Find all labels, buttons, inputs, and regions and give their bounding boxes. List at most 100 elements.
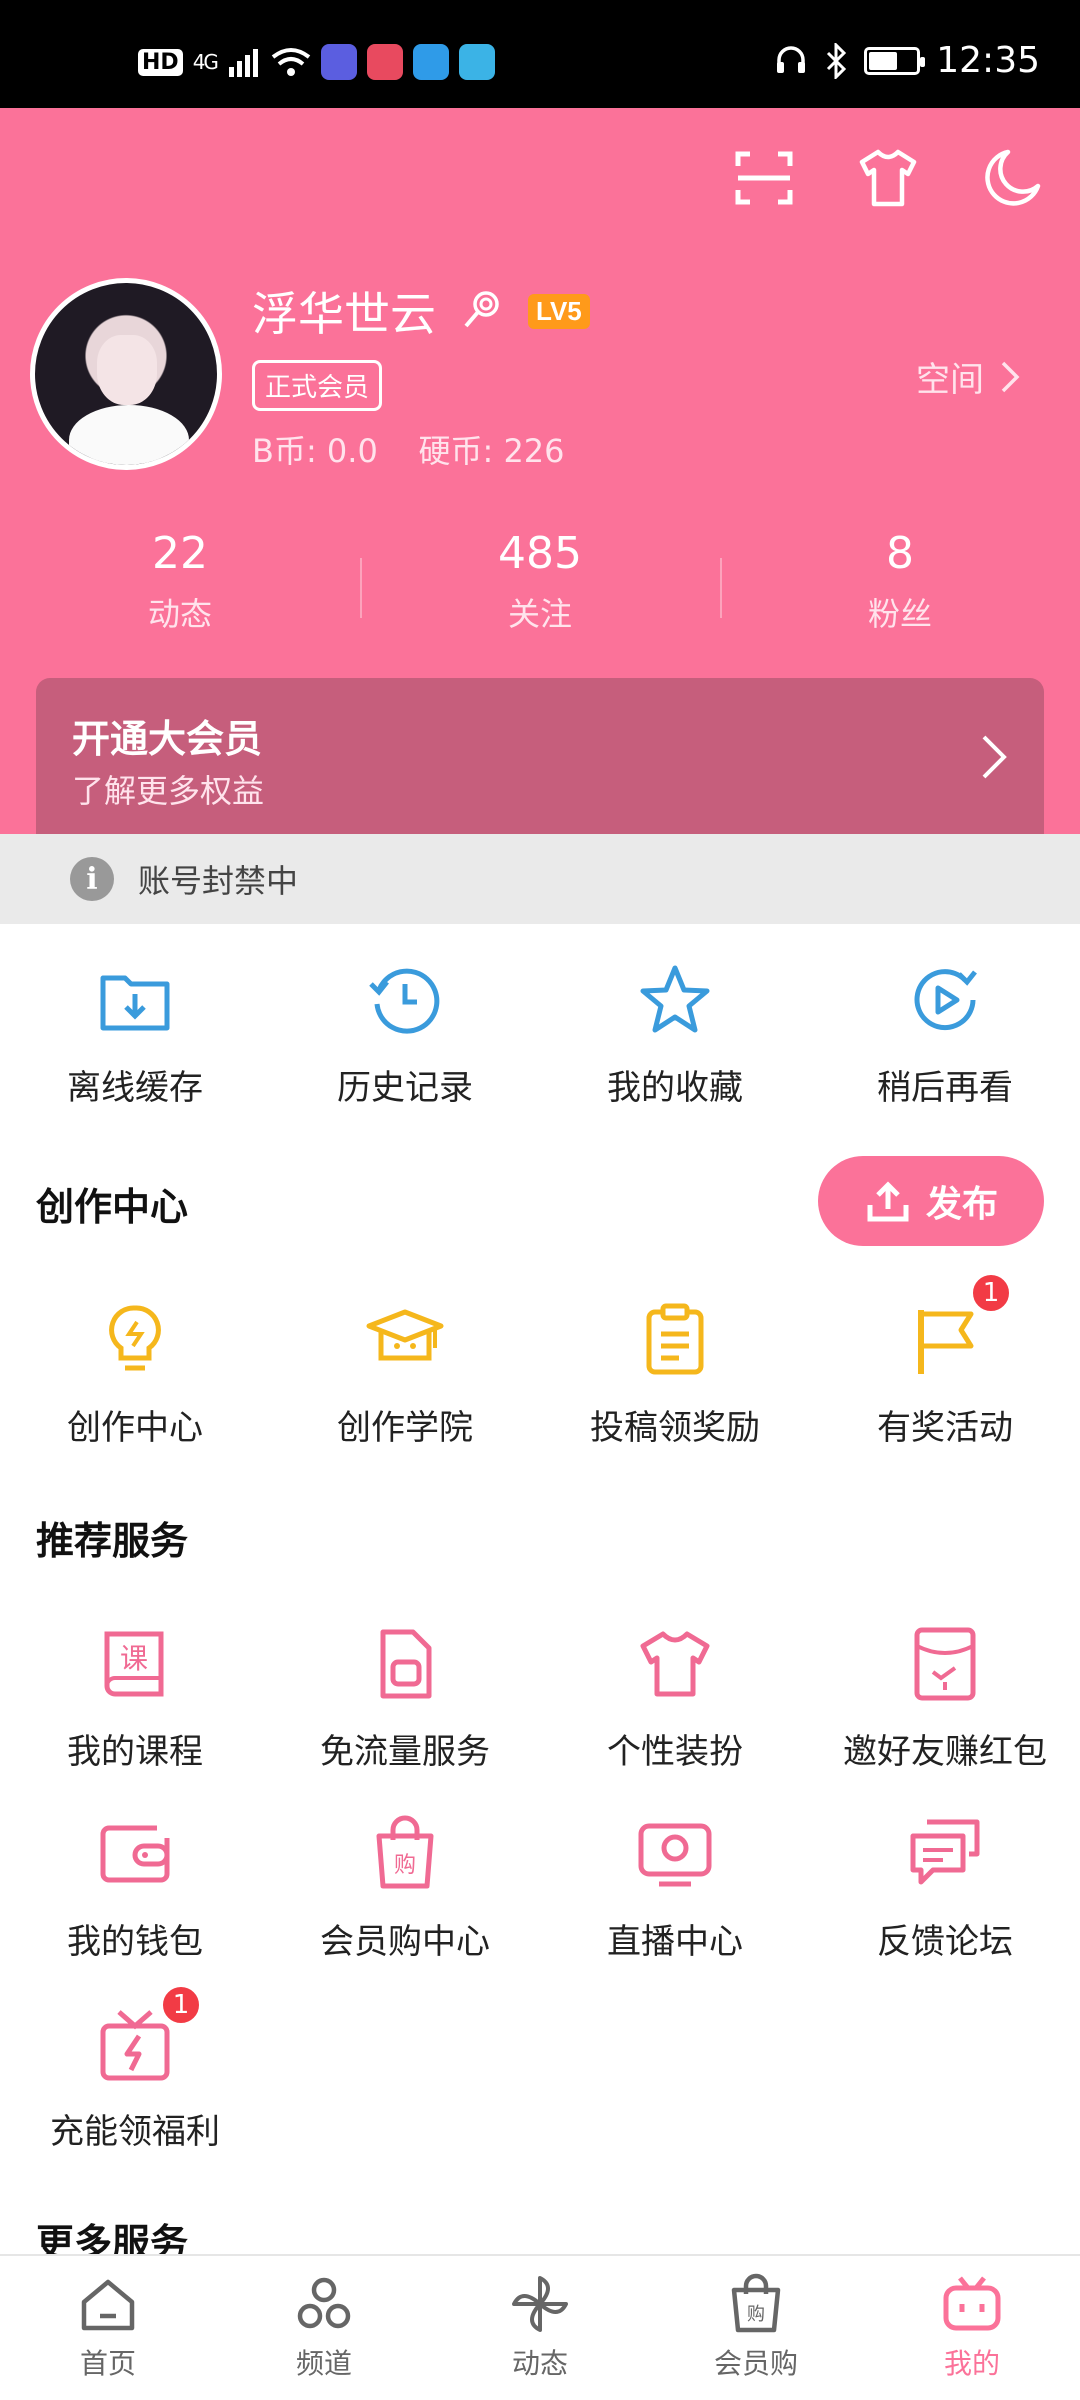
services-section-title: 推荐服务 (36, 1519, 189, 1563)
nav-home[interactable]: 首页 (0, 2256, 216, 2400)
service-label: 直播中心 (607, 1922, 743, 1962)
nav-channel[interactable]: 频道 (216, 2256, 432, 2400)
service-invite-friends[interactable]: 邀好友赚红包 (810, 1624, 1080, 1773)
service-wallet[interactable]: 我的钱包 (0, 1814, 270, 1963)
service-label: 充能领福利 (50, 2112, 220, 2152)
publish-label: 发布 (925, 1184, 998, 1225)
services-row-3: 充能领福利 1 (0, 1984, 1080, 2153)
nav-label: 频道 (295, 2347, 352, 2380)
avatar[interactable] (30, 278, 222, 470)
home-icon (81, 2279, 135, 2331)
chat-bubbles-icon (910, 1819, 980, 1885)
service-label: 我的课程 (67, 1732, 203, 1772)
tshirt-icon (640, 1631, 710, 1697)
info-icon: i (70, 857, 114, 901)
publish-button[interactable]: 发布 (818, 1156, 1044, 1246)
tshirt-icon[interactable] (856, 146, 920, 210)
space-link-label: 空间 (916, 360, 984, 400)
history-clock-icon (369, 968, 440, 1034)
account-banned-notice: i 账号封禁中 (0, 834, 1080, 924)
service-label: 免流量服务 (320, 1732, 490, 1772)
service-my-courses[interactable]: 课 我的课程 (0, 1624, 270, 1773)
stat-fans[interactable]: 8 粉丝 (720, 528, 1080, 635)
service-label: 邀好友赚红包 (843, 1732, 1047, 1772)
nav-label: 首页 (79, 2347, 136, 2380)
bulb-app-icon (412, 44, 449, 80)
course-book-icon: 课 (104, 1631, 164, 1697)
status-left: HD 4G (138, 44, 495, 80)
service-free-data[interactable]: 免流量服务 (270, 1624, 540, 1773)
nav-vip-shop[interactable]: 购 会员购 (648, 2256, 864, 2400)
night-mode-icon[interactable] (980, 146, 1044, 210)
quick-action-watch-later[interactable]: 稍后再看 (810, 960, 1080, 1109)
service-charge-benefits[interactable]: 充能领福利 1 (0, 1984, 270, 2153)
shopping-bag-icon: 购 (731, 2273, 781, 2333)
stat-label: 粉丝 (867, 595, 932, 633)
vip-banner-subtitle: 了解更多权益 (72, 772, 265, 810)
service-label: 会员购中心 (320, 1922, 490, 1962)
tieba-app-icon (320, 44, 357, 80)
live-tv-icon (638, 1823, 712, 1887)
stat-value: 8 (886, 528, 914, 579)
upload-icon (867, 1181, 909, 1222)
quick-action-label: 稍后再看 (877, 1068, 1013, 1108)
creation-item-center[interactable]: 创作中心 (0, 1300, 270, 1449)
tv-icon (943, 2276, 1001, 2331)
wifi-icon (271, 48, 311, 76)
vip-upgrade-banner[interactable]: 开通大会员 了解更多权益 (36, 678, 1044, 838)
creation-item-events[interactable]: 有奖活动 1 (810, 1272, 1080, 1449)
flag-icon (918, 1310, 974, 1374)
service-feedback-forum[interactable]: 反馈论坛 (810, 1814, 1080, 1963)
quick-action-history[interactable]: 历史记录 (270, 960, 540, 1109)
wallet-icon (100, 1825, 170, 1883)
chevron-right-icon (982, 735, 1007, 779)
service-live-center[interactable]: 直播中心 (540, 1814, 810, 1963)
star-icon (640, 965, 710, 1033)
quick-action-label: 离线缓存 (67, 1068, 203, 1108)
watch-later-icon (914, 969, 977, 1031)
nav-dynamics[interactable]: 动态 (432, 2256, 648, 2400)
level-badge: LV5 (528, 294, 590, 329)
status-bar: HD 4G 12:35 (0, 0, 1080, 108)
vip-status-tag: 正式会员 (252, 360, 383, 411)
stats-row: 22 动态 485 关注 8 粉丝 (0, 528, 1080, 635)
sim-card-icon (380, 1629, 432, 1699)
creation-section-title: 创作中心 (36, 1185, 189, 1229)
creation-item-rewards[interactable]: 投稿领奖励 (540, 1300, 810, 1449)
stat-following[interactable]: 485 关注 (360, 528, 720, 635)
svg-text:课: 课 (120, 1642, 148, 1675)
stat-posts[interactable]: 22 动态 (0, 528, 360, 635)
clipboard-icon (646, 1303, 704, 1375)
status-time: 12:35 (936, 40, 1040, 81)
service-label: 个性装扮 (607, 1732, 743, 1772)
quick-action-label: 我的收藏 (607, 1068, 743, 1108)
quick-action-label: 历史记录 (337, 1068, 473, 1108)
hd-indicator: HD (138, 48, 183, 76)
quick-actions-row: 离线缓存 历史记录 我的收藏 稍后再看 (0, 960, 1080, 1109)
notification-badge: 1 (160, 1984, 202, 2026)
red-envelope-icon (914, 1627, 976, 1701)
svg-text:购: 购 (394, 1853, 416, 1878)
stat-label: 关注 (507, 595, 572, 633)
bottom-nav: 首页 频道 动态 购 会员购 我的 (0, 2254, 1080, 2400)
signal-icon: 4G (192, 50, 219, 74)
headset-icon (777, 45, 806, 73)
username[interactable]: 浮华世云 (252, 278, 436, 344)
space-link[interactable]: 空间 (916, 352, 1020, 401)
graduation-cap-icon (366, 1309, 444, 1361)
nav-mine[interactable]: 我的 (864, 2256, 1080, 2400)
creation-item-label: 投稿领奖励 (590, 1408, 760, 1448)
quick-action-offline-cache[interactable]: 离线缓存 (0, 960, 270, 1109)
scan-icon[interactable] (732, 146, 796, 210)
bluetooth-icon (827, 42, 847, 79)
nav-label: 会员购 (713, 2347, 798, 2380)
service-dress-up[interactable]: 个性装扮 (540, 1624, 810, 1773)
quick-action-favorites[interactable]: 我的收藏 (540, 960, 810, 1109)
cellular-signal-icon (228, 49, 258, 77)
nav-label: 动态 (511, 2347, 568, 2380)
download-folder-icon (100, 975, 170, 1031)
service-vip-shop[interactable]: 购 会员购中心 (270, 1814, 540, 1963)
lightbulb-icon (109, 1305, 161, 1371)
services-row-2: 我的钱包 购 会员购中心 直播中心 反馈论坛 (0, 1814, 1080, 1963)
creation-item-academy[interactable]: 创作学院 (270, 1300, 540, 1449)
